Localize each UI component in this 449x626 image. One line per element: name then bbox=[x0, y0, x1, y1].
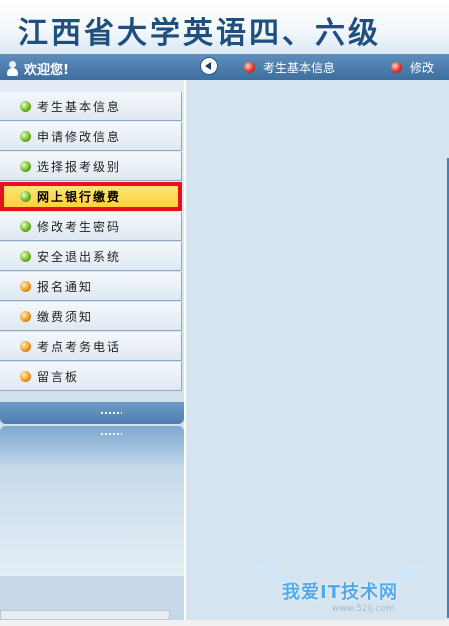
green-bulb-icon bbox=[20, 130, 31, 142]
grip-icon bbox=[100, 411, 122, 415]
orange-bulb-icon bbox=[20, 340, 31, 352]
main-content-area bbox=[186, 80, 449, 626]
sidebar: 考生基本信息 申请修改信息 选择报考级别 网上银行缴费 修改考生密码 安全退出系… bbox=[0, 80, 184, 626]
sidebar-item-payment-notice[interactable]: 缴费须知 bbox=[0, 302, 182, 331]
welcome-area: 欢迎您! bbox=[6, 59, 69, 78]
red-bulb-icon bbox=[391, 62, 402, 73]
collapse-sidebar-button[interactable] bbox=[200, 57, 218, 75]
green-bulb-icon bbox=[20, 160, 31, 172]
welcome-text: 欢迎您! bbox=[24, 63, 69, 78]
sidebar-item-label: 选择报考级别 bbox=[37, 159, 122, 174]
sidebar-collapse-bar[interactable] bbox=[0, 402, 184, 424]
watermark-url: www.52ij.com bbox=[332, 604, 395, 614]
sidebar-item-message-board[interactable]: 留言板 bbox=[0, 362, 182, 391]
sidebar-menu: 考生基本信息 申请修改信息 选择报考级别 网上银行缴费 修改考生密码 安全退出系… bbox=[0, 92, 184, 392]
green-bulb-icon bbox=[20, 100, 31, 112]
tab-modify[interactable]: 修改 bbox=[391, 59, 434, 76]
user-icon bbox=[6, 61, 19, 76]
sidebar-item-label: 考点考务电话 bbox=[37, 339, 122, 354]
grip-icon bbox=[100, 432, 122, 436]
status-bar bbox=[0, 620, 449, 626]
horizontal-scrollbar[interactable] bbox=[0, 610, 170, 620]
orange-bulb-icon bbox=[20, 370, 31, 382]
sidebar-item-online-payment[interactable]: 网上银行缴费 bbox=[0, 182, 182, 211]
sidebar-item-exam-site-phone[interactable]: 考点考务电话 bbox=[0, 332, 182, 361]
green-bulb-icon bbox=[20, 250, 31, 262]
orange-bulb-icon bbox=[20, 310, 31, 322]
site-title: 江西省大学英语四、六级 bbox=[18, 16, 381, 51]
tab-label: 修改 bbox=[410, 61, 435, 75]
green-bulb-icon bbox=[20, 190, 31, 202]
tab-student-info[interactable]: 考生基本信息 bbox=[244, 59, 335, 76]
sidebar-lower-panel bbox=[0, 426, 184, 576]
sidebar-item-label: 网上银行缴费 bbox=[37, 189, 122, 204]
tab-label: 考生基本信息 bbox=[263, 61, 336, 75]
sidebar-item-label: 留言板 bbox=[37, 369, 80, 384]
orange-bulb-icon bbox=[20, 280, 31, 292]
sidebar-item-label: 申请修改信息 bbox=[37, 129, 122, 144]
sidebar-item-label: 考生基本信息 bbox=[37, 99, 122, 114]
sidebar-item-logout[interactable]: 安全退出系统 bbox=[0, 242, 182, 271]
green-bulb-icon bbox=[20, 220, 31, 232]
sidebar-item-registration-notice[interactable]: 报名通知 bbox=[0, 272, 182, 301]
red-bulb-icon bbox=[244, 62, 255, 73]
watermark-text: 我爱IT技术网 bbox=[282, 582, 398, 603]
sidebar-item-request-modify[interactable]: 申请修改信息 bbox=[0, 122, 182, 151]
top-toolbar: 欢迎您! 考生基本信息 修改 bbox=[0, 54, 449, 80]
sidebar-item-label: 安全退出系统 bbox=[37, 249, 122, 264]
sidebar-item-label: 缴费须知 bbox=[37, 309, 94, 324]
site-watermark: 我爱IT技术网 www.52ij.com bbox=[232, 548, 447, 618]
sidebar-item-select-level[interactable]: 选择报考级别 bbox=[0, 152, 182, 181]
header-banner: 江西省大学英语四、六级 bbox=[0, 0, 449, 54]
sidebar-item-label: 报名通知 bbox=[37, 279, 94, 294]
sidebar-item-change-password[interactable]: 修改考生密码 bbox=[0, 212, 182, 241]
sidebar-item-label: 修改考生密码 bbox=[37, 219, 122, 234]
sidebar-item-student-info[interactable]: 考生基本信息 bbox=[0, 92, 182, 121]
